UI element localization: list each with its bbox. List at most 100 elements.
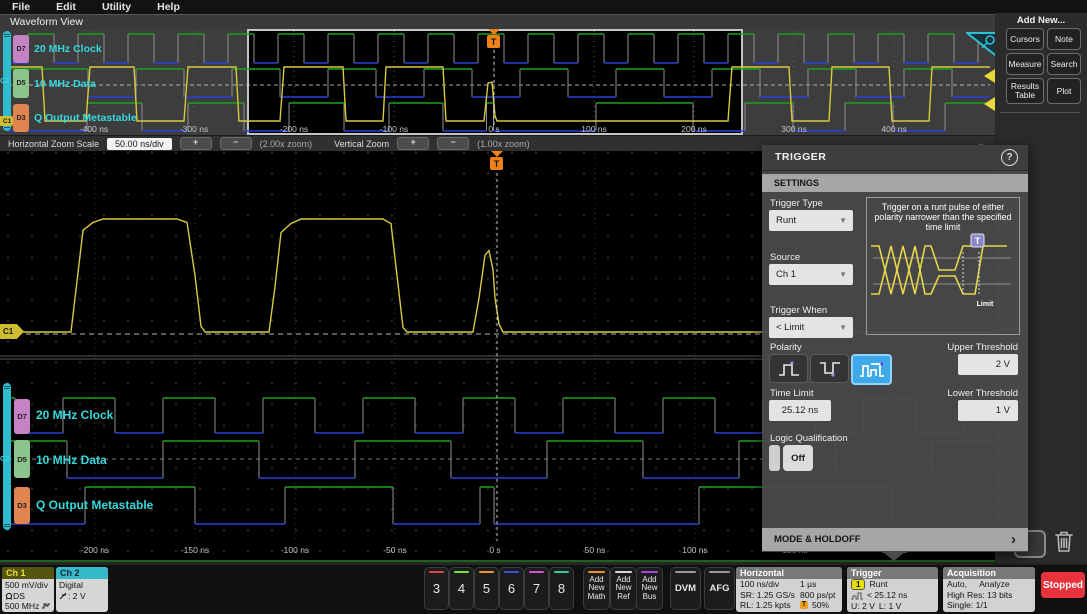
h-zoom-minus-button[interactable]: −	[219, 137, 252, 150]
channel-3-button[interactable]: 3	[424, 567, 449, 610]
threshold-slope-icon	[59, 592, 67, 599]
waveform-overview-pane[interactable]: -400 ns -300 ns -200 ns -100 ns 0 s 100 ns 200…	[0, 29, 1000, 135]
dvm-button[interactable]: DVM	[670, 567, 701, 610]
ch1-badge[interactable]: Ch 1 500 mV/div DS 500 MHz	[2, 567, 54, 612]
cursor-tag-c2-main[interactable]: C2	[0, 454, 10, 463]
channel-6-button[interactable]: 6	[499, 567, 524, 610]
afg-button[interactable]: AFG	[704, 567, 735, 610]
axis-tick: -200 ns	[80, 545, 110, 555]
axis-tick: -100 ns	[379, 124, 409, 134]
axis-tick: 50 ns	[584, 545, 606, 555]
label-clock: 20 MHz Clock	[34, 43, 102, 55]
upper-threshold-arrow[interactable]	[984, 69, 995, 83]
badge-d3[interactable]: D3	[13, 104, 29, 132]
ch2-badge-title: Ch 2	[56, 567, 108, 579]
ch1-badge-title: Ch 1	[2, 567, 54, 579]
badge-d3-main[interactable]: D3	[14, 487, 30, 524]
channel-color-stripe	[479, 571, 494, 573]
add-new-bus-button[interactable]: Add New Bus	[636, 567, 663, 610]
expand-chevron-icon: ›	[1011, 531, 1016, 548]
trigger-type-dropdown[interactable]: Runt ▼	[769, 210, 853, 231]
time-limit-field[interactable]: 25.12 ns	[769, 400, 831, 421]
trigger-badge-title: Trigger	[847, 567, 938, 579]
channel-7-button[interactable]: 7	[524, 567, 549, 610]
source-dropdown[interactable]: Ch 1 ▼	[769, 264, 853, 285]
v-zoom-plus-button[interactable]: +	[397, 137, 430, 150]
v-zoom-minus-button[interactable]: −	[437, 137, 470, 150]
badge-d5-main[interactable]: D5	[14, 440, 30, 478]
menu-utility[interactable]: Utility	[102, 1, 131, 13]
badge-d5[interactable]: D5	[13, 69, 29, 98]
axis-tick: 100 ns	[682, 545, 708, 555]
h-zoom-plus-button[interactable]: +	[179, 137, 212, 150]
main-trigger-flag[interactable]: T	[490, 157, 503, 170]
menu-edit[interactable]: Edit	[56, 1, 76, 13]
add-note-button[interactable]: Note	[1047, 28, 1081, 50]
polarity-negative-button[interactable]	[810, 354, 849, 383]
badge-d7[interactable]: D7	[13, 35, 29, 63]
logic-toggle-track[interactable]	[769, 445, 780, 471]
trigger-settings-panel: TRIGGER ? SETTINGS Trigger Type Runt ▼ So…	[762, 145, 1028, 552]
menu-help[interactable]: Help	[157, 1, 180, 13]
h-zoom-scale-value[interactable]: 50.00 ns/div	[107, 137, 172, 150]
runt-diagram-graphic: T Limit	[871, 233, 1011, 308]
polarity-either-button[interactable]	[851, 354, 892, 385]
dropdown-caret-icon: ▼	[839, 216, 847, 225]
runt-trigger-diagram: Trigger on a runt pulse of either polari…	[866, 197, 1020, 335]
add-plot-button[interactable]: Plot	[1047, 78, 1081, 104]
label-qout-main: Q Output Metastable	[36, 498, 154, 512]
channel-8-button[interactable]: 8	[549, 567, 574, 610]
upper-threshold-field[interactable]: 2 V	[958, 354, 1018, 375]
badge-d7-main-label: D7	[17, 412, 27, 421]
trash-icon[interactable]	[1051, 528, 1077, 555]
badge-d7-main[interactable]: D7	[14, 399, 30, 434]
trigger-when-value: < Limit	[776, 322, 805, 333]
ref-color-stripe	[615, 571, 632, 573]
help-icon[interactable]: ?	[1001, 149, 1018, 166]
ch2-threshold: : 2 V	[68, 590, 86, 601]
status-bar: Ch 1 500 mV/div DS 500 MHz Ch 2 Digital …	[0, 565, 1087, 614]
acquisition-badge[interactable]: Acquisition Auto, Analyze High Res: 13 bi…	[943, 567, 1035, 612]
axis-tick: 100 ns	[581, 124, 607, 134]
right-column-divider	[1000, 112, 1080, 113]
tab-waveform-view[interactable]: Waveform View	[10, 16, 83, 28]
mode-holdoff-label: MODE & HOLDOFF	[774, 534, 861, 545]
channel-4-button[interactable]: 4	[449, 567, 474, 610]
add-measure-button[interactable]: Measure	[1006, 53, 1044, 75]
ch1-scale: 500 mV/div	[5, 580, 48, 590]
h-record-length: RL: 1.25 kpts	[740, 600, 791, 610]
channel-5-button[interactable]: 5	[474, 567, 499, 610]
stopped-button[interactable]: Stopped	[1041, 572, 1085, 598]
acq-analyze: Analyze	[979, 579, 1010, 589]
label-qout: Q Output Metastable	[34, 112, 137, 124]
ch1-probe: DS	[13, 590, 25, 601]
axis-tick: -100 ns	[280, 545, 310, 555]
runt-description: Trigger on a runt pulse of either polari…	[874, 202, 1012, 233]
add-cursors-button[interactable]: Cursors	[1006, 28, 1044, 50]
cursor-tag-c2[interactable]: C2	[0, 76, 10, 85]
lower-threshold-arrow[interactable]	[984, 97, 995, 111]
logic-off-button[interactable]: Off	[783, 445, 813, 471]
trigger-position-flag[interactable]: T	[487, 35, 500, 48]
trigger-when-dropdown[interactable]: < Limit ▼	[769, 317, 853, 338]
v-zoom-factor: (1.00x zoom)	[477, 138, 530, 149]
bus-color-stripe	[641, 571, 658, 573]
probe-icon	[5, 592, 13, 600]
add-new-math-button[interactable]: Add New Math	[583, 567, 610, 610]
add-new-ref-button[interactable]: Add New Ref	[610, 567, 637, 610]
trigger-panel-header[interactable]: TRIGGER ?	[762, 145, 1028, 171]
add-results-table-button[interactable]: Results Table	[1006, 78, 1044, 104]
horizontal-badge[interactable]: Horizontal 100 ns/div 1 µs SR: 1.25 GS/s 8…	[736, 567, 842, 612]
h-zoom-scale-label: Horizontal Zoom Scale	[8, 138, 100, 149]
ch2-badge[interactable]: Ch 2 Digital : 2 V	[56, 567, 108, 612]
lower-threshold-field[interactable]: 1 V	[958, 400, 1018, 421]
label-data-main: 10 MHz Data	[36, 453, 107, 467]
h-sample-rate: SR: 1.25 GS/s	[740, 589, 795, 600]
mode-holdoff-bar[interactable]: MODE & HOLDOFF ›	[762, 528, 1028, 551]
add-search-button[interactable]: Search	[1047, 53, 1081, 75]
negative-runt-icon	[819, 361, 840, 377]
polarity-positive-button[interactable]	[769, 354, 808, 383]
menu-file[interactable]: File	[12, 1, 30, 13]
runt-condition-icon	[851, 592, 863, 600]
trigger-badge[interactable]: Trigger 1 Runt < 25.12 ns U: 2 V L: 1 V	[847, 567, 938, 612]
